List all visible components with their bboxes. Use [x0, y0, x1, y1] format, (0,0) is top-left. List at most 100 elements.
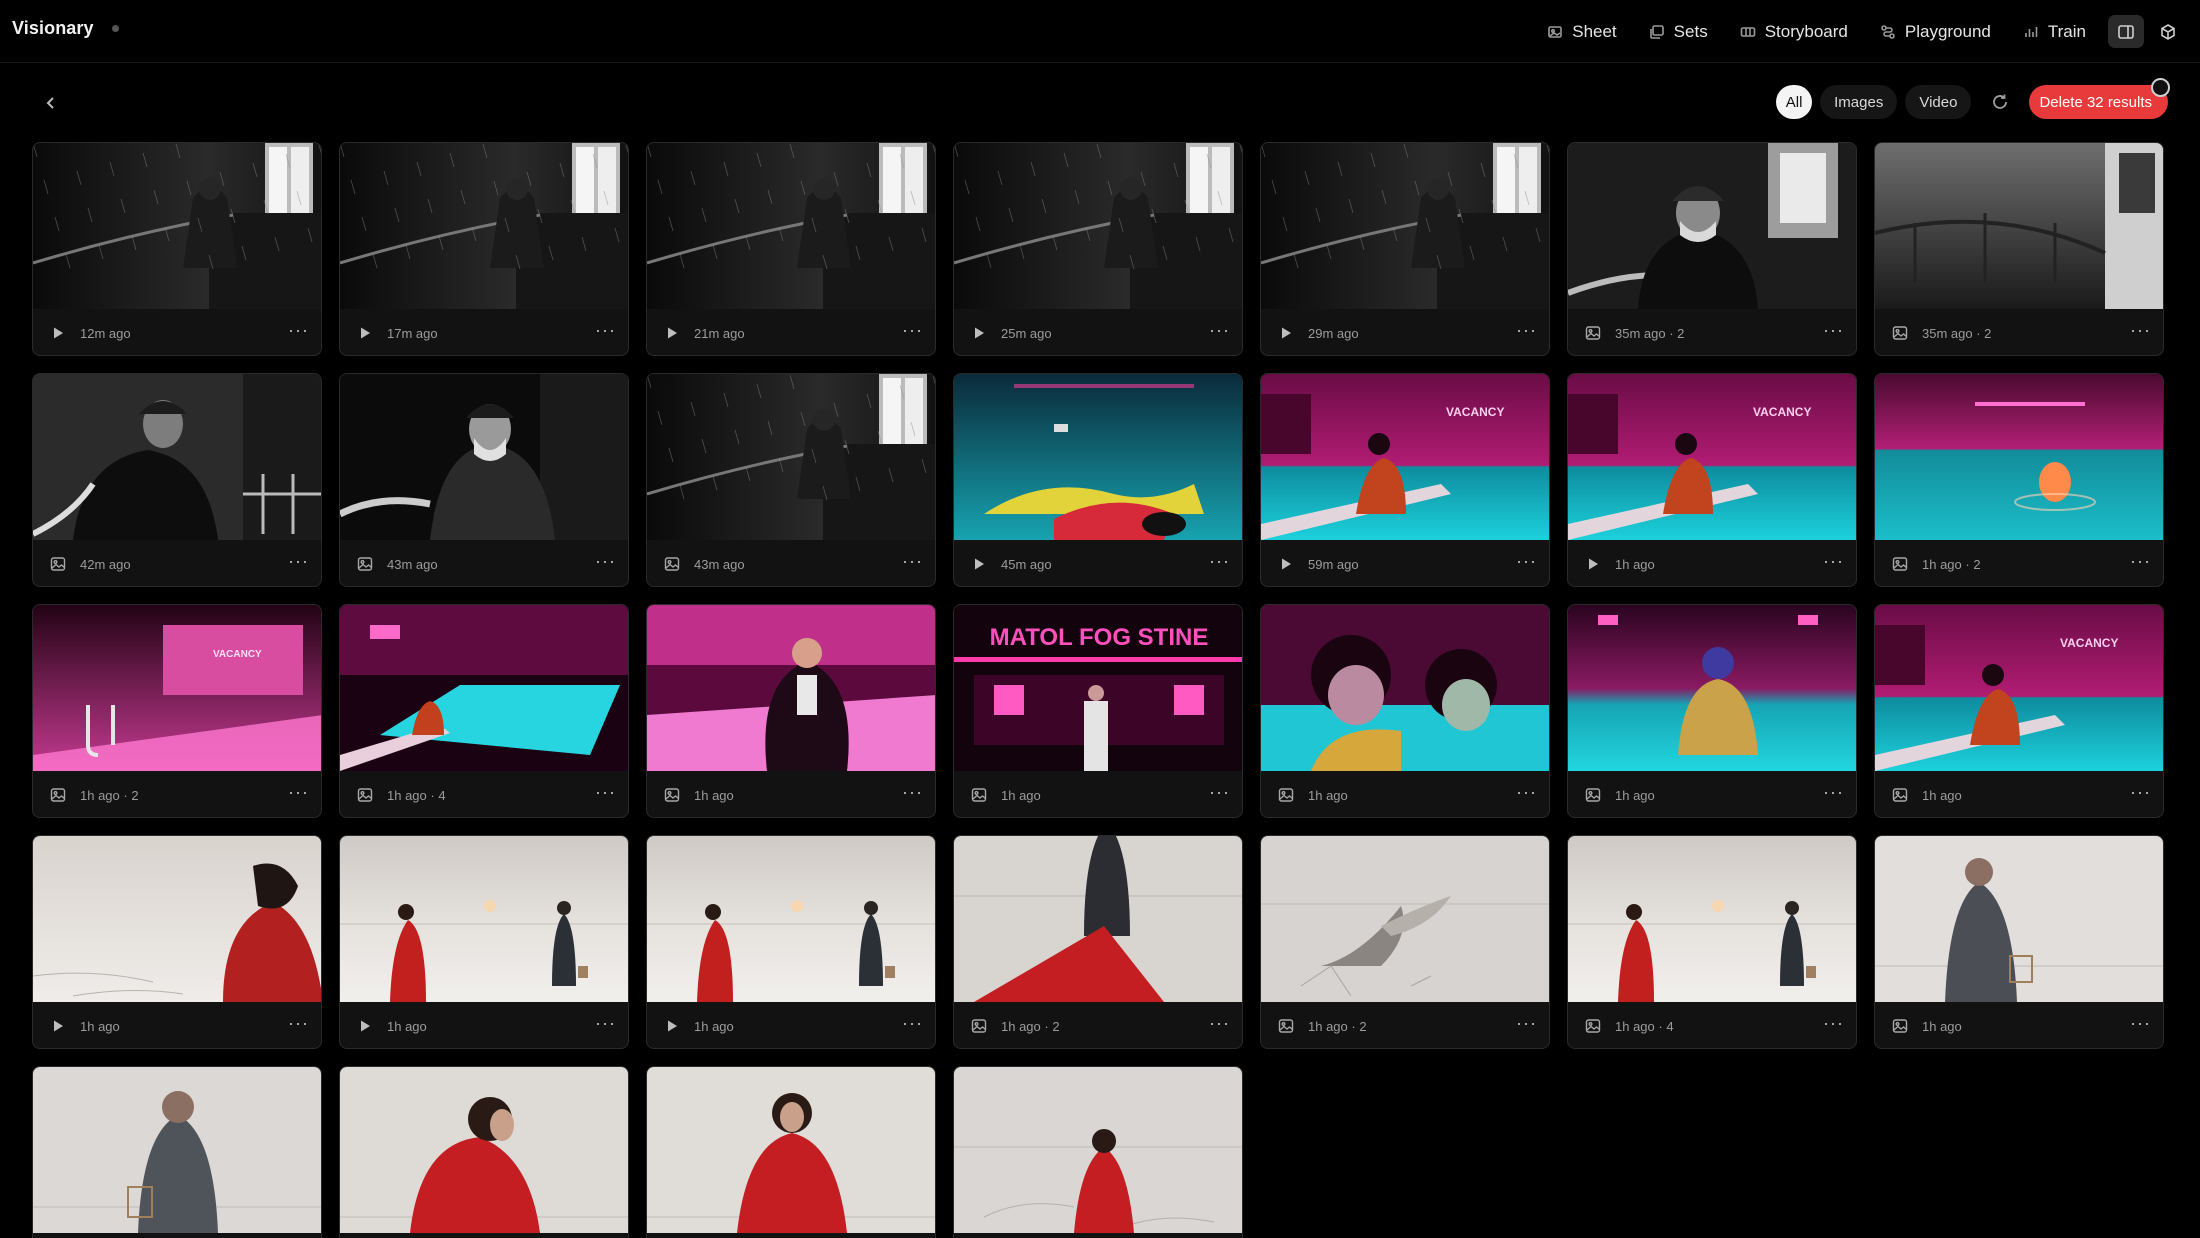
- result-thumbnail[interactable]: [33, 143, 321, 309]
- result-card[interactable]: 1h ago ···: [1874, 835, 2164, 1049]
- nav-sets[interactable]: Sets: [1633, 15, 1724, 48]
- play-icon[interactable]: [49, 1017, 67, 1035]
- result-card[interactable]: VACANCY 1h ago ···: [1567, 373, 1857, 587]
- result-thumbnail[interactable]: VACANCY: [1568, 374, 1856, 540]
- result-thumbnail[interactable]: [1568, 605, 1856, 771]
- result-card[interactable]: 1h ago ···: [646, 835, 936, 1049]
- result-card[interactable]: 17m ago ···: [339, 142, 629, 356]
- result-thumbnail[interactable]: [340, 605, 628, 771]
- app-name[interactable]: Visionary: [12, 18, 94, 39]
- nav-sheet[interactable]: Sheet: [1531, 15, 1632, 48]
- more-options-icon[interactable]: ···: [1516, 783, 1537, 807]
- more-options-icon[interactable]: ···: [1209, 552, 1230, 576]
- result-card[interactable]: 1h ago ···: [1260, 604, 1550, 818]
- result-thumbnail[interactable]: [954, 836, 1242, 1002]
- result-card[interactable]: 1h ago · 4 ···: [1567, 835, 1857, 1049]
- more-options-icon[interactable]: ···: [1823, 321, 1844, 345]
- result-thumbnail[interactable]: [1568, 143, 1856, 309]
- more-options-icon[interactable]: ···: [1823, 552, 1844, 576]
- more-options-icon[interactable]: ···: [2130, 783, 2151, 807]
- more-options-icon[interactable]: ···: [902, 321, 923, 345]
- result-thumbnail[interactable]: [1261, 836, 1549, 1002]
- play-icon[interactable]: [1277, 555, 1295, 573]
- more-options-icon[interactable]: ···: [2130, 552, 2151, 576]
- result-thumbnail[interactable]: [647, 605, 935, 771]
- more-options-icon[interactable]: ···: [595, 321, 616, 345]
- result-card[interactable]: 21m ago ···: [646, 142, 936, 356]
- result-thumbnail[interactable]: [340, 1067, 628, 1233]
- nav-train[interactable]: Train: [2007, 15, 2102, 48]
- result-thumbnail[interactable]: [1261, 605, 1549, 771]
- more-options-icon[interactable]: ···: [902, 783, 923, 807]
- play-icon[interactable]: [356, 324, 374, 342]
- more-options-icon[interactable]: ···: [2130, 1014, 2151, 1038]
- play-icon[interactable]: [970, 555, 988, 573]
- result-thumbnail[interactable]: [647, 836, 935, 1002]
- more-options-icon[interactable]: ···: [1516, 552, 1537, 576]
- more-options-icon[interactable]: ···: [595, 1014, 616, 1038]
- result-thumbnail[interactable]: [1568, 836, 1856, 1002]
- result-thumbnail[interactable]: [954, 1067, 1242, 1233]
- result-thumbnail[interactable]: [647, 1067, 935, 1233]
- result-card[interactable]: 1h ago ···: [32, 835, 322, 1049]
- result-thumbnail[interactable]: MATOL FOG STINE: [954, 605, 1242, 771]
- result-thumbnail[interactable]: [954, 143, 1242, 309]
- back-button[interactable]: [36, 88, 66, 118]
- result-card[interactable]: 29m ago ···: [1260, 142, 1550, 356]
- result-thumbnail[interactable]: [1261, 143, 1549, 309]
- result-card[interactable]: 12m ago ···: [32, 142, 322, 356]
- nav-playground[interactable]: Playground: [1864, 15, 2007, 48]
- result-card[interactable]: 25m ago ···: [953, 142, 1243, 356]
- more-options-icon[interactable]: ···: [288, 552, 309, 576]
- filter-all[interactable]: All: [1776, 85, 1813, 119]
- result-thumbnail[interactable]: [340, 374, 628, 540]
- result-card[interactable]: 1h ago ···: [646, 604, 936, 818]
- more-options-icon[interactable]: ···: [288, 783, 309, 807]
- result-card[interactable]: 1h ago · 4 ···: [339, 604, 629, 818]
- more-options-icon[interactable]: ···: [2130, 321, 2151, 345]
- result-card[interactable]: VACANCY 59m ago ···: [1260, 373, 1550, 587]
- more-options-icon[interactable]: ···: [1209, 321, 1230, 345]
- more-options-icon[interactable]: ···: [1823, 1014, 1844, 1038]
- model-button[interactable]: [2150, 15, 2186, 48]
- result-thumbnail[interactable]: [954, 374, 1242, 540]
- result-thumbnail[interactable]: [1875, 836, 2163, 1002]
- result-card[interactable]: [339, 1066, 629, 1238]
- result-card[interactable]: [32, 1066, 322, 1238]
- more-options-icon[interactable]: ···: [902, 1014, 923, 1038]
- result-card[interactable]: 1h ago · 2 ···: [1260, 835, 1550, 1049]
- result-card[interactable]: [646, 1066, 936, 1238]
- result-card[interactable]: VACANCY 1h ago · 2 ···: [32, 604, 322, 818]
- result-thumbnail[interactable]: [647, 374, 935, 540]
- filter-images[interactable]: Images: [1820, 85, 1898, 119]
- result-card[interactable]: 43m ago ···: [646, 373, 936, 587]
- play-icon[interactable]: [1584, 555, 1602, 573]
- toggle-panel-button[interactable]: [2108, 15, 2144, 48]
- result-card[interactable]: 35m ago · 2 ···: [1567, 142, 1857, 356]
- result-thumbnail[interactable]: [1875, 374, 2163, 540]
- result-thumbnail[interactable]: [340, 143, 628, 309]
- more-options-icon[interactable]: ···: [1209, 1014, 1230, 1038]
- more-options-icon[interactable]: ···: [595, 552, 616, 576]
- result-card[interactable]: 42m ago ···: [32, 373, 322, 587]
- more-options-icon[interactable]: ···: [1209, 783, 1230, 807]
- more-options-icon[interactable]: ···: [902, 552, 923, 576]
- more-options-icon[interactable]: ···: [1516, 321, 1537, 345]
- more-options-icon[interactable]: ···: [288, 321, 309, 345]
- play-icon[interactable]: [663, 1017, 681, 1035]
- more-options-icon[interactable]: ···: [288, 1014, 309, 1038]
- result-thumbnail[interactable]: [1875, 143, 2163, 309]
- more-options-icon[interactable]: ···: [1516, 1014, 1537, 1038]
- play-icon[interactable]: [970, 324, 988, 342]
- result-card[interactable]: VACANCY 1h ago ···: [1874, 604, 2164, 818]
- result-thumbnail[interactable]: VACANCY: [33, 605, 321, 771]
- result-card[interactable]: 1h ago ···: [339, 835, 629, 1049]
- result-thumbnail[interactable]: [33, 836, 321, 1002]
- play-icon[interactable]: [663, 324, 681, 342]
- more-options-icon[interactable]: ···: [1823, 783, 1844, 807]
- result-thumbnail[interactable]: [33, 374, 321, 540]
- delete-results-button[interactable]: Delete 32 results: [2029, 78, 2170, 119]
- result-card[interactable]: 1h ago · 2 ···: [1874, 373, 2164, 587]
- more-options-icon[interactable]: ···: [595, 783, 616, 807]
- result-card[interactable]: MATOL FOG STINE 1h ago ···: [953, 604, 1243, 818]
